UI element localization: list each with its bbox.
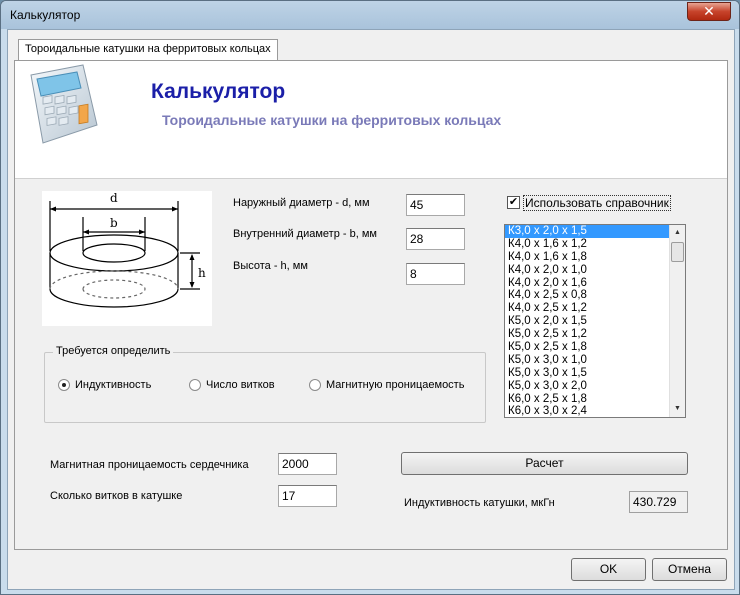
tab-panel: Калькулятор Тороидальные катушки на ферр… [14,60,728,550]
radio-inductance-label[interactable]: Индуктивность [75,379,151,391]
radio-permeability[interactable] [309,379,321,391]
outer-diameter-input[interactable]: 45 [406,194,465,216]
dialog-client: Тороидальные катушки на ферритовых кольц… [7,29,735,590]
scroll-thumb[interactable] [671,242,684,262]
list-item[interactable]: К4,0 х 1,6 х 1,2 [505,238,685,251]
list-item[interactable]: К5,0 х 3,0 х 1,0 [505,354,685,367]
close-button[interactable]: ✕ [687,2,731,21]
scroll-up-arrow-icon[interactable]: ▲ [670,225,685,241]
list-item[interactable]: К5,0 х 2,5 х 1,2 [505,328,685,341]
header-title: Калькулятор [151,80,286,103]
permeability-label: Магнитная проницаемость сердечника [50,459,249,471]
list-item[interactable]: К6,0 х 2,5 х 1,8 [505,393,685,406]
list-item[interactable]: К6,0 х 3,0 х 2,4 [505,405,685,417]
diagram-label-h: h [198,266,206,280]
radio-permeability-label[interactable]: Магнитную проницаемость [326,379,464,391]
determine-group-title: Требуется определить [53,345,174,357]
list-scrollbar[interactable]: ▲ ▼ [669,225,685,417]
cancel-button[interactable]: Отмена [652,558,727,581]
window-title: Калькулятор [10,8,81,22]
title-bar[interactable]: Калькулятор ✕ [1,1,739,29]
ok-button[interactable]: OK [571,558,646,581]
radio-turns[interactable] [189,379,201,391]
calculator-window: Калькулятор ✕ Тороидальные катушки на фе… [0,0,740,595]
inner-diameter-input[interactable]: 28 [406,228,465,250]
calculate-button[interactable]: Расчет [401,452,688,475]
height-input[interactable]: 8 [406,263,465,285]
inductance-result-label: Индуктивность катушки, мкГн [404,497,555,509]
turns-label: Сколько витков в катушке [50,490,183,502]
determine-groupbox: Требуется определить Индуктивность Число… [44,345,486,423]
diagram-label-d: d [110,191,118,205]
core-size-listbox[interactable]: К3,0 х 2,0 х 1,5 К4,0 х 1,6 х 1,2 К4,0 х… [504,224,686,418]
list-item[interactable]: К3,0 х 2,0 х 1,5 [505,225,685,238]
toroid-diagram: d b h [42,191,212,326]
calculator-icon [30,64,98,144]
list-item[interactable]: К5,0 х 3,0 х 1,5 [505,367,685,380]
list-item[interactable]: К4,0 х 1,6 х 1,8 [505,251,685,264]
inner-diameter-label: Внутренний диаметр - b, мм [233,228,377,240]
permeability-input[interactable]: 2000 [278,453,337,475]
inductance-result-value: 430.729 [629,491,688,513]
list-item[interactable]: К4,0 х 2,0 х 1,6 [505,277,685,290]
list-item[interactable]: К5,0 х 2,5 х 1,8 [505,341,685,354]
list-item[interactable]: К4,0 х 2,0 х 1,0 [505,264,685,277]
list-item[interactable]: К4,0 х 2,5 х 1,2 [505,302,685,315]
list-item[interactable]: К5,0 х 2,0 х 1,5 [505,315,685,328]
height-label: Высота - h, мм [233,260,308,272]
list-item[interactable]: К5,0 х 3,0 х 2,0 [505,380,685,393]
scroll-down-arrow-icon[interactable]: ▼ [670,401,685,417]
turns-input[interactable]: 17 [278,485,337,507]
header-subtitle: Тороидальные катушки на ферритовых кольц… [162,112,502,128]
tab-toroidal-coils[interactable]: Тороидальные катушки на ферритовых кольц… [18,39,278,61]
list-item[interactable]: К4,0 х 2,5 х 0,8 [505,289,685,302]
list-items: К3,0 х 2,0 х 1,5 К4,0 х 1,6 х 1,2 К4,0 х… [505,225,685,417]
radio-turns-label[interactable]: Число витков [206,379,275,391]
outer-diameter-label: Наружный диаметр - d, мм [233,197,370,209]
header-banner: Калькулятор Тороидальные катушки на ферр… [15,61,727,179]
diagram-label-b: b [110,216,118,230]
use-reference-checkbox[interactable]: ✔ [507,196,520,209]
use-reference-label[interactable]: Использовать справочник [523,195,671,211]
radio-inductance[interactable] [58,379,70,391]
